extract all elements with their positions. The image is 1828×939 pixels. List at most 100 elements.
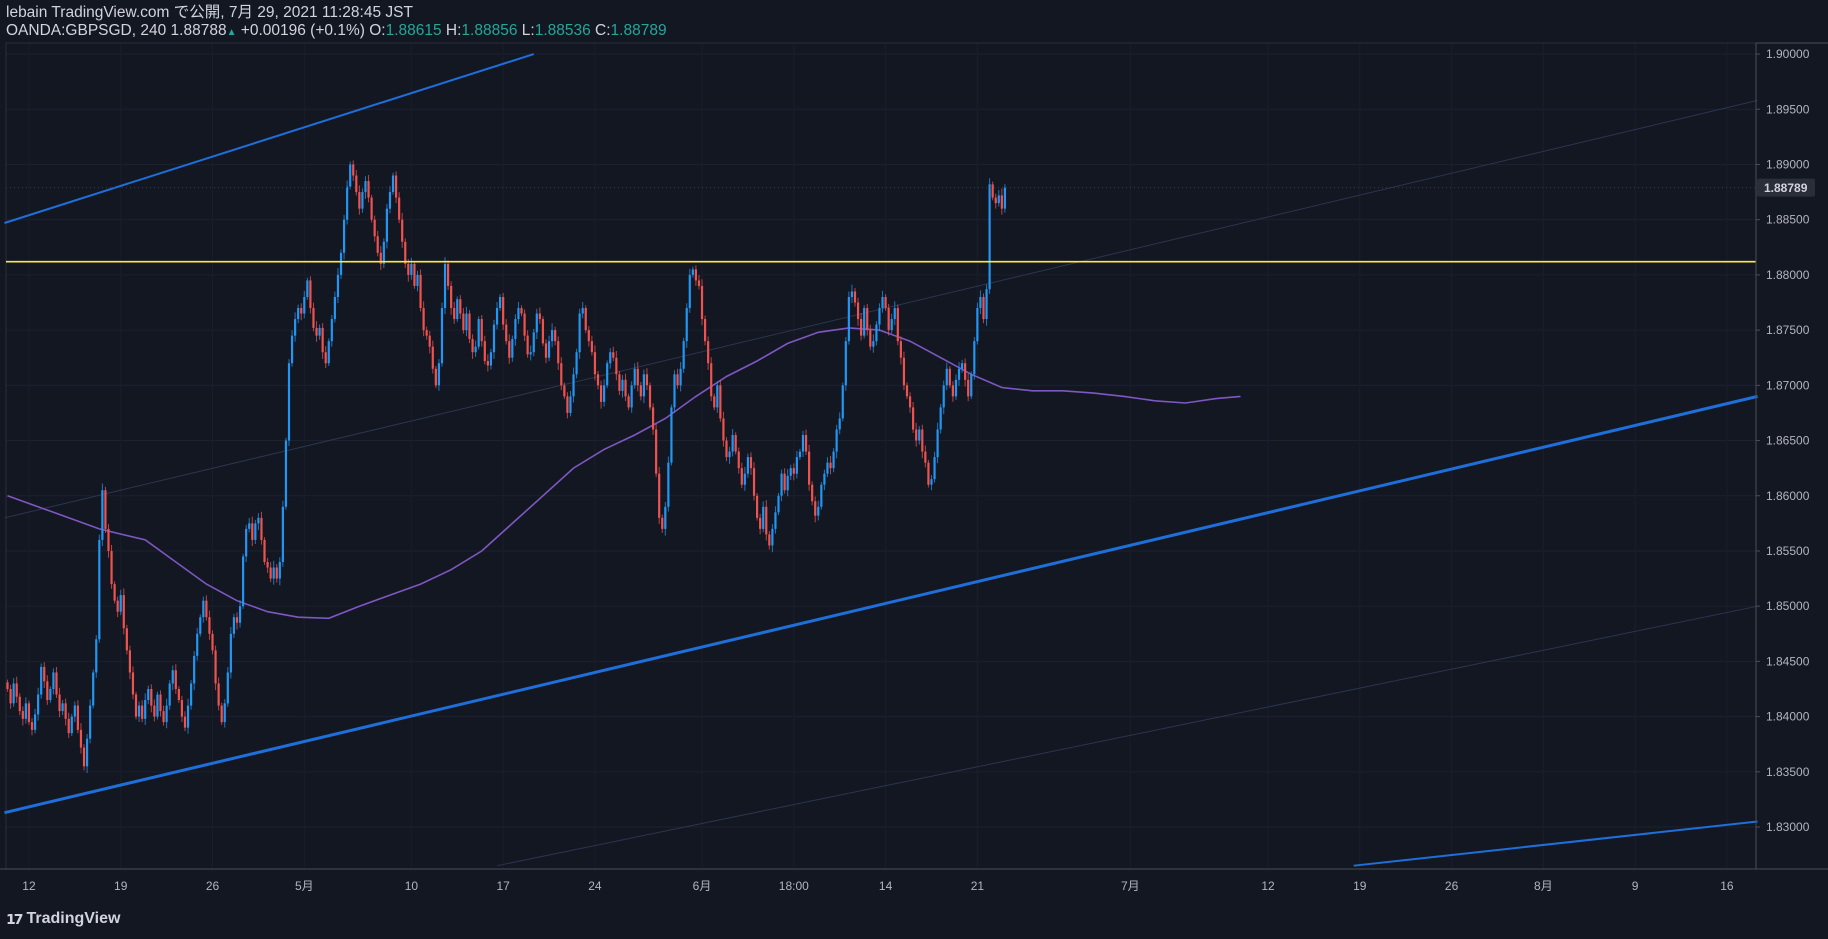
candle-body: [538, 313, 541, 320]
candle-body: [419, 274, 422, 309]
candle-body: [768, 534, 771, 546]
price-tick-label: 1.84000: [1766, 710, 1810, 724]
candle-body: [596, 374, 600, 386]
candle-body: [927, 462, 930, 485]
candle-body: [229, 633, 232, 673]
candle-body: [547, 341, 551, 358]
candle-body: [358, 192, 361, 209]
candle-body: [465, 313, 468, 331]
candle-body: [590, 341, 593, 353]
candle-body: [189, 683, 193, 706]
candle-body: [131, 672, 135, 695]
candle-body: [214, 650, 217, 684]
candle-body: [820, 484, 823, 507]
candle-body: [410, 263, 413, 275]
candle-body: [508, 341, 511, 358]
candle-body: [832, 451, 835, 469]
price-chart[interactable]: 1.83000 1.83500 1.84000 1.84500 1.85000 1.855…: [0, 0, 1828, 939]
candle-body: [823, 473, 826, 485]
candle-body: [912, 407, 915, 430]
candle-body: [95, 639, 98, 673]
candle-body: [734, 435, 737, 452]
candle-body: [477, 319, 480, 347]
candle-body: [835, 429, 838, 452]
candle-body: [367, 181, 370, 198]
candle-body: [621, 379, 624, 391]
candle-body: [211, 633, 214, 651]
candle-body: [786, 475, 789, 491]
candle-body: [116, 600, 119, 612]
candle-body: [489, 352, 493, 366]
candle-body: [107, 528, 110, 551]
candle-body: [988, 184, 991, 290]
candle-body: [128, 650, 132, 673]
candle-body: [593, 352, 597, 375]
candle-body: [428, 335, 431, 347]
candle-body: [33, 714, 37, 730]
candle-body: [431, 346, 434, 369]
candle-body: [324, 352, 327, 364]
candle-body: [511, 338, 514, 358]
candle-body: [232, 617, 236, 634]
trendlines[interactable]: [4, 53, 1758, 867]
price-tick-label: 1.89500: [1766, 102, 1810, 116]
tradingview-logo[interactable]: 𝟭𝟳 TradingView: [6, 910, 120, 928]
candle-body: [618, 374, 621, 391]
candle-body: [581, 308, 584, 314]
candle-body: [587, 330, 590, 342]
candle-body: [49, 689, 52, 701]
candle-body: [685, 308, 688, 342]
candle-body: [728, 451, 731, 458]
candle-body: [413, 263, 416, 286]
candle-body: [119, 595, 122, 612]
channel-line: [4, 99, 1758, 519]
time-tick-label: 21: [971, 879, 985, 893]
candle-body: [70, 716, 73, 734]
candle-body: [970, 374, 973, 397]
candle-body: [98, 539, 101, 640]
candle-body: [777, 495, 780, 513]
candle-body: [557, 341, 560, 364]
candle-body: [847, 296, 850, 342]
candle-body: [737, 451, 740, 469]
candle-body: [349, 164, 352, 187]
candle-body: [762, 506, 765, 529]
time-axis[interactable]: 12 19 26 5月 10 17 24 6月 18:00 14 21 7月 12 19 26 8月 9 16: [22, 879, 1734, 893]
candle-body: [866, 308, 869, 331]
candle-body: [498, 296, 502, 309]
candle-body: [153, 705, 156, 717]
candle-body: [609, 352, 612, 364]
price-axis[interactable]: 1.83000 1.83500 1.84000 1.84500 1.85000 1.855…: [1756, 47, 1810, 834]
candle-body: [703, 319, 707, 342]
price-tick-label: 1.87500: [1766, 323, 1810, 337]
candle-body: [896, 308, 899, 342]
candle-body: [755, 495, 759, 518]
candle-body: [960, 363, 964, 369]
candle-body: [394, 175, 398, 198]
candle-body: [437, 363, 441, 386]
candle-body: [878, 308, 881, 325]
candle-body: [633, 368, 636, 386]
candle-body: [306, 280, 309, 297]
candle-body: [266, 562, 269, 568]
candle-body: [902, 357, 906, 386]
candle-body: [942, 385, 945, 408]
candle-body: [710, 363, 713, 397]
candle-body: [205, 600, 208, 618]
candle-body: [272, 567, 275, 579]
candle-body: [655, 429, 658, 474]
candle-body: [79, 729, 83, 748]
candle-body: [648, 385, 652, 408]
candle-body: [110, 550, 113, 585]
candle-body: [759, 517, 762, 529]
candle-body: [275, 567, 278, 579]
candle-body: [982, 296, 985, 320]
candles: [6, 160, 1007, 774]
candle-body: [541, 319, 545, 344]
candle-body: [193, 655, 196, 684]
candle-body: [385, 208, 389, 242]
candle-body: [220, 705, 223, 723]
candle-body: [945, 368, 948, 386]
candle-body: [186, 705, 190, 728]
candle-body: [113, 584, 116, 601]
